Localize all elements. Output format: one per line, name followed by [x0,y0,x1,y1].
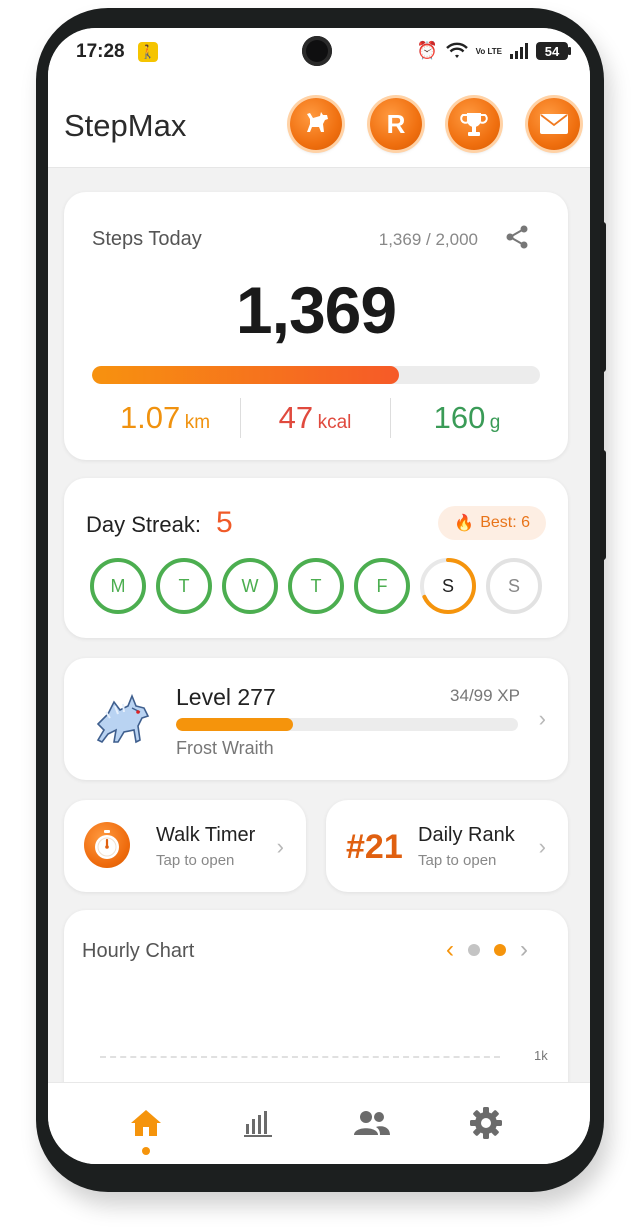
streak-label: Day Streak: [86,512,201,537]
volte-indicator: Vo LTE [475,46,502,56]
status-time: 17:28 [76,41,125,62]
chevron-right-icon: › [538,834,546,859]
day-circle-fri: F [354,558,410,614]
best-streak-badge: 🔥 Best: 6 [438,506,546,540]
front-camera [302,36,332,66]
pet-button[interactable] [290,98,342,150]
level-card[interactable]: Level 277 34/99 XP Frost Wraith › [64,658,568,780]
frost-wolf-avatar [96,693,150,744]
daily-rank-title: Daily Rank [418,824,515,846]
chart-gridline [100,1056,500,1058]
level-title: Level 277 [176,684,276,710]
nav-home[interactable] [126,1103,166,1143]
day-circle-sun: S [486,558,542,614]
steps-goal-ratio: 1,369 / 2,000 [378,230,478,249]
alarm-icon: ⏰ [416,41,438,60]
calories-metric: 47 kcal [240,400,390,436]
app-header: StepMax R [48,78,590,168]
distance-unit: km [184,412,211,433]
fire-icon: 🔥 [454,515,475,532]
nav-stats[interactable] [238,1103,278,1143]
steps-label: Steps Today [92,228,202,250]
day-circle-mon: M [90,558,146,614]
chevron-right-icon[interactable]: › [520,938,528,962]
distance-value: 1.07 [119,400,181,435]
day-circle-thu: T [288,558,344,614]
status-bar: 17:28 🚶 ⏰ Vo LTE 54 [48,28,590,78]
steps-progress-bar [92,366,540,384]
stats-icon [244,1111,272,1137]
streak-card: Day Streak: 5 🔥 Best: 6 M T W T F S S [64,478,568,638]
streak-count: 5 [216,506,233,539]
calories-value: 47 [278,400,314,435]
power-button [600,450,606,560]
steps-card: Steps Today 1,369 / 2,000 1,369 1.07 km … [64,192,568,460]
day-circle-wed: W [222,558,278,614]
page-dot[interactable] [494,944,506,956]
walk-timer-subtitle: Tap to open [156,852,235,869]
bottom-navigation [48,1082,590,1164]
r-badge-icon: R [386,108,406,139]
walking-icon: 🚶 [138,42,158,62]
weight-unit: g [489,412,501,433]
volume-button [600,222,606,372]
trophy-icon [460,113,488,136]
nav-settings[interactable] [466,1103,506,1143]
rank-number: #21 [346,828,403,866]
stopwatch-icon [84,822,130,868]
app-title: StepMax [64,108,187,143]
chart-tick-label: 1k [534,1048,548,1063]
level-progress-fill [176,718,294,731]
friends-icon [354,1111,390,1135]
app-screen: 17:28 🚶 ⏰ Vo LTE 54 StepMax R Steps Toda… [48,28,590,1164]
steps-progress-fill [92,366,399,384]
home-icon [131,1110,161,1136]
day-circle-sat: S [420,558,476,614]
steps-count: 1,369 [235,273,397,347]
settings-icon [470,1107,502,1139]
weight-metric: 160 g [392,400,542,436]
day-circle-tue: T [156,558,212,614]
battery-level: 54 [544,43,560,59]
nav-active-indicator [142,1147,150,1155]
daily-rank-subtitle: Tap to open [418,852,497,869]
chevron-right-icon: › [276,834,284,859]
metric-divider [390,398,391,438]
best-streak-text: Best: 6 [480,514,530,531]
dog-icon [307,112,328,132]
chevron-right-icon: › [538,706,546,731]
creature-name: Frost Wraith [176,738,274,758]
chart-pager: ‹ › [446,938,528,962]
page-dot[interactable] [468,944,480,956]
wifi-icon [445,42,468,58]
calories-unit: kcal [317,412,352,433]
level-progress-bar [176,718,518,731]
distance-metric: 1.07 km [90,400,240,436]
walk-timer-card[interactable]: Walk Timer Tap to open › [64,800,306,892]
level-xp: 34/99 XP [450,686,520,705]
battery-icon: 54 [536,42,571,60]
signal-icon [510,43,528,59]
weight-value: 160 [433,400,486,435]
daily-rank-card[interactable]: #21 Daily Rank Tap to open › [326,800,568,892]
trophy-button[interactable] [448,98,500,150]
mail-icon [540,114,568,134]
messages-button[interactable] [528,98,580,150]
walk-timer-title: Walk Timer [156,824,256,846]
chevron-left-icon[interactable]: ‹ [446,938,454,962]
rewards-button[interactable]: R [370,98,422,150]
status-icons: ⏰ Vo LTE 54 [416,40,571,62]
nav-friends[interactable] [352,1103,392,1143]
share-icon[interactable] [504,224,530,250]
chart-title: Hourly Chart [82,940,195,962]
